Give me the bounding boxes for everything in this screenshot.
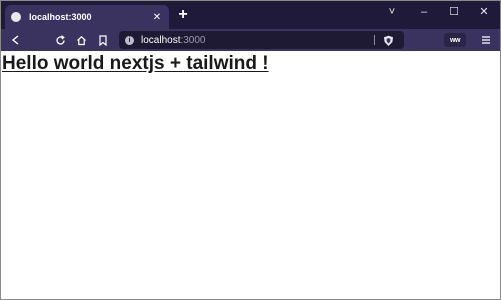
extension-button[interactable]: ww [444, 33, 466, 47]
tab-strip: localhost:3000 ✕ + ˅ – ☐ ✕ [1, 1, 500, 29]
list-tabs-button[interactable]: ˅ [377, 3, 407, 21]
shield-icon[interactable] [383, 34, 394, 46]
reload-icon[interactable] [53, 33, 67, 47]
address-bar-divider [374, 35, 375, 45]
tab-localhost[interactable]: localhost:3000 ✕ [5, 5, 169, 29]
extension-icon: ww [450, 36, 460, 44]
address-bar[interactable]: i localhost:3000 [119, 31, 404, 49]
page-viewport: Hello world nextjs + tailwind ! [1, 51, 500, 299]
maximize-button[interactable]: ☐ [439, 3, 469, 21]
globe-icon [11, 12, 21, 22]
url-port: :3000 [180, 34, 206, 46]
minimize-button[interactable]: – [409, 3, 439, 21]
back-icon[interactable] [9, 33, 23, 47]
navigation-toolbar: i localhost:3000 ww [1, 29, 500, 51]
new-tab-button[interactable]: + [175, 6, 191, 24]
close-icon[interactable]: ✕ [151, 12, 163, 23]
url-host: localhost [141, 34, 181, 46]
menu-icon[interactable] [479, 33, 493, 47]
info-icon[interactable]: i [125, 35, 134, 45]
close-window-button[interactable]: ✕ [469, 3, 499, 21]
bookmark-icon[interactable] [96, 33, 110, 47]
tab-title: localhost:3000 [29, 12, 92, 22]
page-heading: Hello world nextjs + tailwind ! [2, 53, 269, 74]
home-icon[interactable] [74, 33, 88, 47]
browser-window: localhost:3000 ✕ + ˅ – ☐ ✕ i localhost:3… [0, 0, 501, 300]
